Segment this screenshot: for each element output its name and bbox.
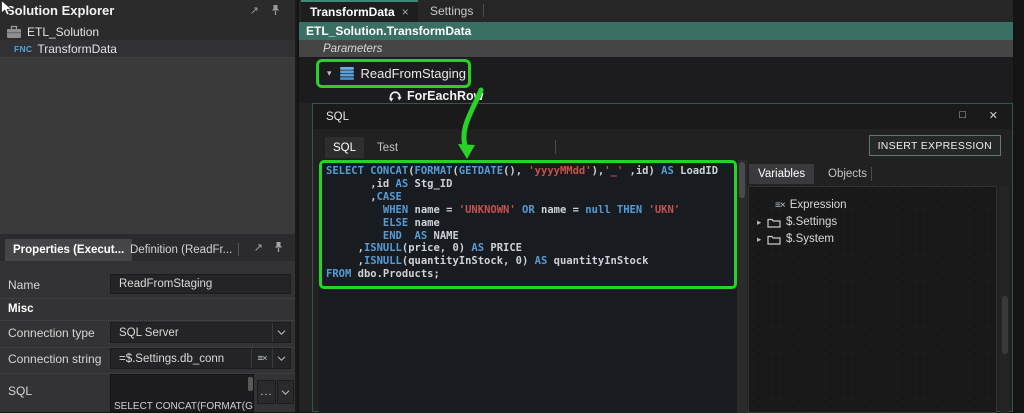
solution-explorer-header: Solution Explorer ↗ [0, 0, 295, 23]
tree-item-label: Expression [789, 199, 847, 211]
expression-badge-icon[interactable]: ≡× [251, 349, 272, 368]
tree-item-label: $.Settings [786, 216, 838, 228]
fnc-icon: FNC [14, 43, 33, 54]
parameters-label: Parameters [323, 42, 383, 55]
right-panel-scrollbar[interactable] [1000, 186, 1009, 413]
chevron-down-icon[interactable] [277, 380, 294, 404]
flow-tree-area: ▾ ReadFromStaging ForEachRow [299, 57, 1013, 103]
folder-icon [767, 217, 781, 228]
maximize-icon[interactable]: □ [959, 109, 966, 121]
divider [871, 167, 872, 181]
connection-string-value: =$.Settings.db_conn [119, 352, 225, 365]
editor-scrollbar[interactable] [737, 160, 747, 413]
expression-icon: ≡× [775, 199, 786, 211]
tab-test[interactable]: Test [369, 137, 406, 158]
breadcrumb-bar: ETL_Solution.TransformData [299, 22, 1013, 40]
misc-section-label: Misc [8, 303, 34, 315]
breadcrumb: ETL_Solution.TransformData [306, 24, 472, 38]
tab-objects[interactable]: Objects [819, 164, 876, 184]
database-icon [339, 66, 355, 81]
divider [0, 298, 295, 299]
solution-explorer-title: Solution Explorer [6, 3, 115, 18]
popout-icon[interactable]: ↗ [254, 241, 263, 254]
popout-icon[interactable]: ↗ [250, 4, 259, 17]
name-label: Name [8, 278, 41, 292]
sql-dialog: SQL □ ✕ SQL Test INSERT EXPRESSION SELEC… [312, 103, 1013, 413]
pin-icon[interactable] [273, 241, 284, 253]
connection-type-value: SQL Server [119, 326, 179, 339]
annotation-highlight-readfromstaging: ▾ ReadFromStaging [316, 59, 471, 88]
sql-code[interactable]: SELECT CONCAT(FORMAT(GETDATE(), 'yyyyMMd… [322, 163, 734, 281]
parameters-section-bar[interactable]: Parameters [299, 40, 1013, 57]
tab-label: Settings [430, 4, 474, 18]
annotation-highlight-sql-code: SELECT CONCAT(FORMAT(GETDATE(), 'yyyyMMd… [319, 160, 737, 289]
divider [483, 4, 484, 17]
tree-item-settings[interactable]: ▸ $.Settings [749, 214, 996, 230]
close-icon[interactable]: ✕ [989, 109, 998, 122]
expand-caret-icon[interactable]: ▸ [757, 217, 767, 228]
collapse-caret-icon[interactable]: ▾ [327, 68, 332, 79]
tree-item-label: TransformData [37, 41, 117, 56]
insert-expression-button[interactable]: INSERT EXPRESSION [868, 135, 1001, 156]
sql-more-button[interactable]: ... [257, 380, 276, 404]
connection-type-select[interactable]: SQL Server [110, 322, 291, 343]
sql-preview-field[interactable]: SELECT CONCAT(FORMAT(GE ,id AS Stg_ID CA… [110, 374, 254, 412]
tab-properties[interactable]: Properties (Execut... [5, 239, 133, 261]
tab-sql[interactable]: SQL [325, 137, 365, 158]
solution-explorer-empty-area [0, 58, 295, 234]
chevron-down-icon[interactable] [272, 349, 290, 368]
tab-definition[interactable]: Definition (ReadFr... [122, 239, 240, 261]
dialog-titlebar[interactable]: SQL □ ✕ [313, 104, 1012, 129]
scrollbar-thumb[interactable] [739, 162, 745, 198]
folder-icon [767, 234, 781, 245]
editor-tabstrip: TransformData × Settings [299, 0, 1013, 22]
divider [0, 320, 295, 321]
flow-node-readfromstaging[interactable]: ReadFromStaging [361, 66, 467, 81]
tree-item-system[interactable]: ▸ $.System [749, 231, 996, 247]
app-window: { "colors": { "accent_teal": "#3A6F63", … [0, 0, 1024, 413]
scrollbar-thumb[interactable] [248, 377, 253, 391]
dialog-title: SQL [326, 110, 350, 123]
divider [555, 140, 556, 154]
connection-string-label: Connection string [8, 352, 102, 366]
connection-type-label: Connection type [8, 326, 95, 340]
variables-tree: ≡× Expression ▸ $.Settings ▸ $.System [748, 186, 997, 413]
flow-node-label: ForEachRow [407, 88, 484, 103]
tab-transformdata[interactable]: TransformData × [301, 0, 418, 22]
tab-settings[interactable]: Settings [421, 0, 482, 22]
pin-icon[interactable] [270, 4, 281, 16]
expand-caret-icon[interactable]: ▸ [757, 234, 767, 245]
chevron-down-icon[interactable] [272, 323, 290, 342]
connection-string-field[interactable]: =$.Settings.db_conn ≡× [110, 348, 291, 369]
properties-panel: Properties (Execut... Definition (ReadFr… [0, 234, 295, 412]
sql-label: SQL [8, 384, 33, 398]
solution-briefcase-icon [6, 25, 22, 39]
solution-explorer-panel: Solution Explorer ↗ ETL_Solution FNC Tra… [0, 0, 297, 412]
tab-variables[interactable]: Variables [749, 164, 815, 184]
tree-item-expression[interactable]: ≡× Expression [749, 197, 996, 213]
name-field[interactable]: ReadFromStaging [110, 274, 291, 294]
right-panel-tabstrip: Variables Objects [747, 164, 1006, 186]
properties-tabstrip: Properties (Execut... Definition (ReadFr… [0, 234, 295, 261]
loop-icon [388, 89, 403, 103]
tree-item-label: $.System [786, 233, 834, 245]
tree-item-etl-solution[interactable]: ETL_Solution [0, 23, 295, 40]
scrollbar-thumb[interactable] [1001, 296, 1008, 354]
close-tab-icon[interactable]: × [402, 5, 409, 19]
tree-item-transformdata[interactable]: FNC TransformData [0, 40, 295, 57]
dialog-tabstrip: SQL Test INSERT EXPRESSION [313, 129, 1012, 160]
divider [238, 243, 239, 256]
tree-item-label: ETL_Solution [27, 24, 100, 39]
flow-node-foreachrow[interactable]: ForEachRow [388, 88, 483, 103]
sql-preview-lines: SELECT CONCAT(FORMAT(GE ,id AS Stg_ID CA… [114, 401, 254, 412]
tab-label: TransformData [310, 5, 395, 19]
